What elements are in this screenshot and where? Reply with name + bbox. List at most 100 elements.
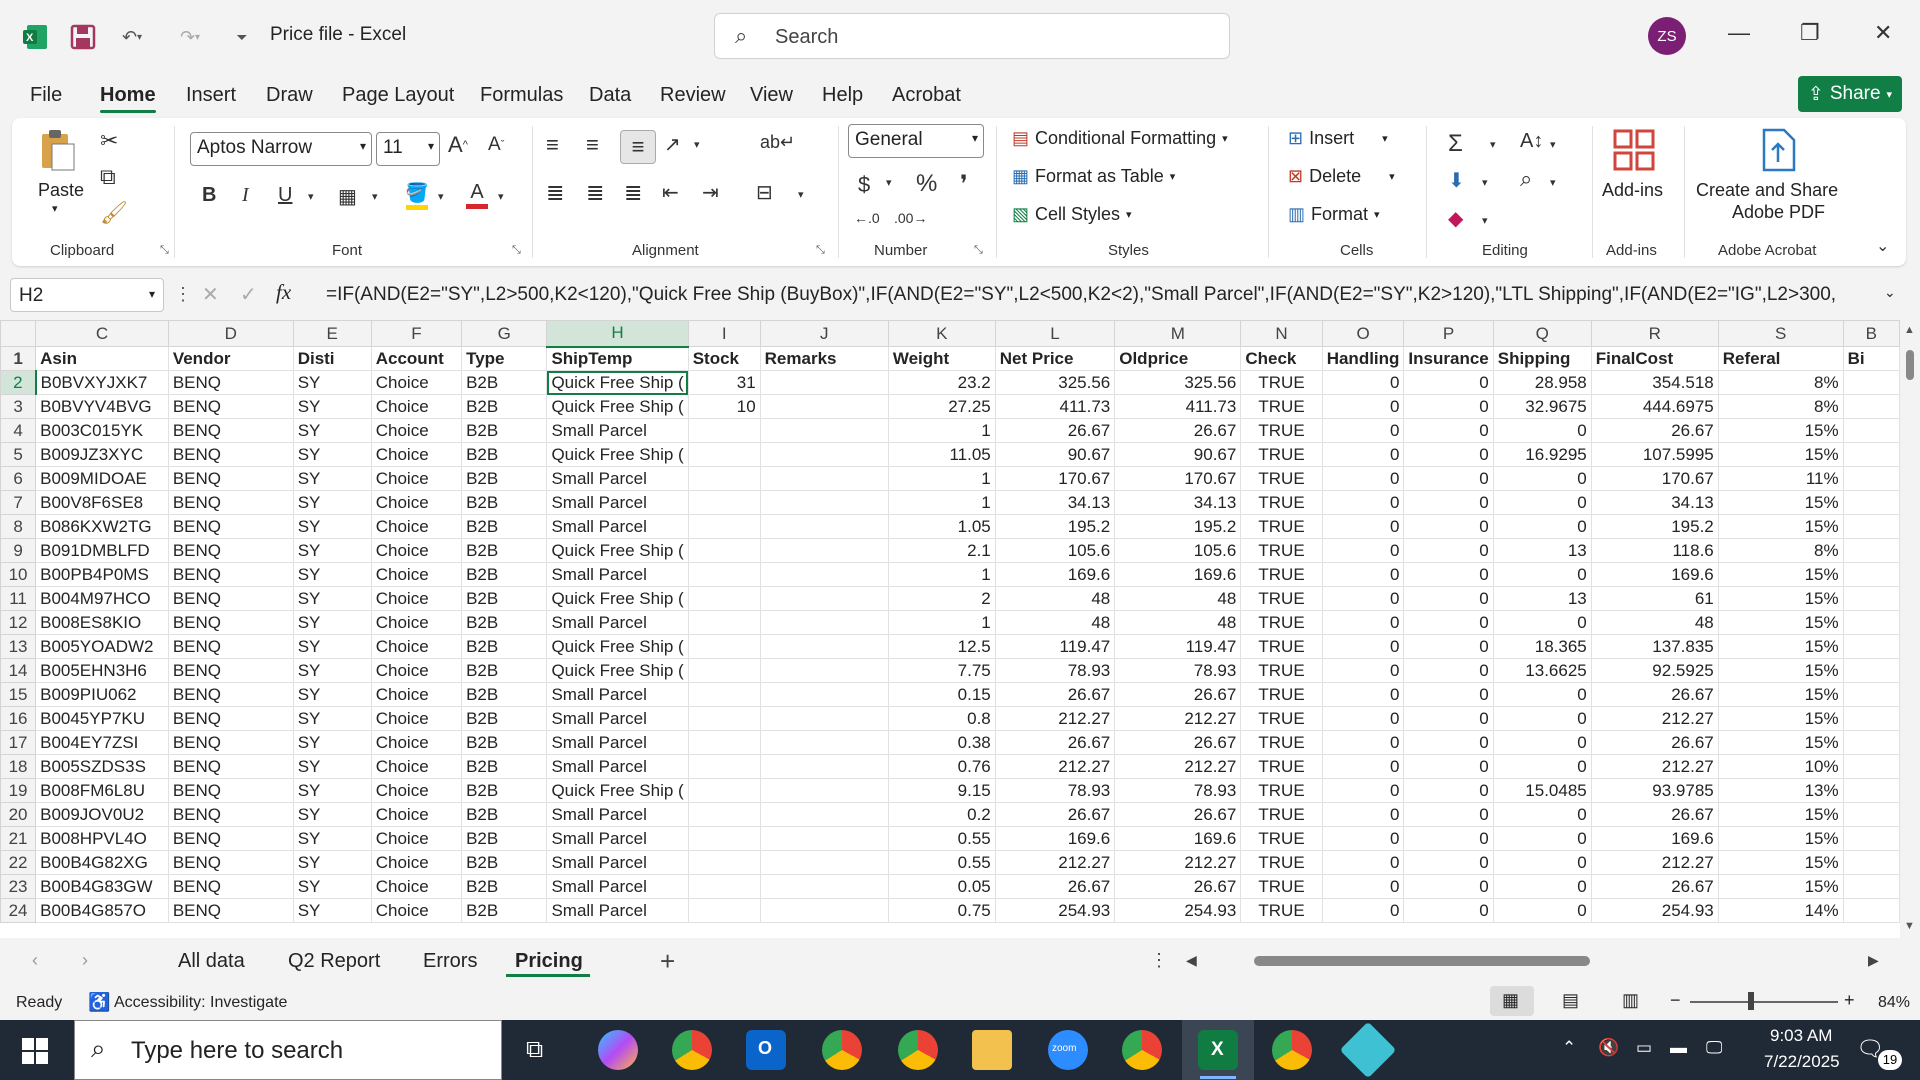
cell[interactable] <box>1842 394 1900 419</box>
cell[interactable]: 26.67 <box>1590 874 1719 899</box>
column-header[interactable]: H <box>546 320 689 348</box>
cell[interactable]: Choice <box>370 826 463 851</box>
cell[interactable]: BENQ <box>167 418 294 443</box>
delete-cells-button[interactable]: ⊠ Delete ▾ <box>1288 166 1395 187</box>
orientation-icon[interactable]: ↗ <box>664 132 681 157</box>
header-cell[interactable]: Insurance <box>1403 346 1494 371</box>
cell[interactable]: BENQ <box>167 466 294 491</box>
cell[interactable]: SY <box>292 418 372 443</box>
cell[interactable]: BENQ <box>167 490 294 515</box>
chevron-down-icon[interactable]: ▾ <box>438 190 444 203</box>
cell[interactable] <box>687 898 761 923</box>
cell[interactable]: 26.67 <box>1590 682 1719 707</box>
cell[interactable]: 411.73 <box>1114 394 1242 419</box>
dialog-launcher-icon[interactable]: ⤡ <box>974 244 983 257</box>
row-header[interactable]: 7 <box>0 490 37 515</box>
paste-dropdown-icon[interactable]: ▾ <box>52 202 58 215</box>
chevron-down-icon[interactable]: ▾ <box>1490 138 1496 151</box>
wrap-text-icon[interactable]: ab↵ <box>760 132 795 153</box>
cell[interactable]: TRUE <box>1240 466 1323 491</box>
cell[interactable]: 92.5925 <box>1590 658 1719 683</box>
cell[interactable] <box>1842 706 1900 731</box>
cell[interactable]: B00B4G83GW <box>35 874 169 899</box>
cell[interactable]: 9.15 <box>887 778 996 803</box>
cell[interactable]: 32.9675 <box>1492 394 1592 419</box>
cell[interactable]: 195.2 <box>994 514 1116 539</box>
fill-icon[interactable]: ⬇ <box>1448 168 1465 193</box>
cell[interactable]: Choice <box>370 898 463 923</box>
cell[interactable]: 254.93 <box>1114 898 1242 923</box>
cell[interactable]: TRUE <box>1240 634 1323 659</box>
cell[interactable]: Quick Free Ship ( <box>546 538 689 563</box>
cell[interactable]: B2B <box>461 658 548 683</box>
prev-sheet-icon[interactable]: ‹ <box>32 950 38 971</box>
row-header[interactable]: 15 <box>0 682 37 707</box>
avatar[interactable]: ZS <box>1648 17 1686 55</box>
cell[interactable]: BENQ <box>167 730 294 755</box>
cell[interactable]: 169.6 <box>1590 826 1719 851</box>
cell[interactable]: 31 <box>687 370 761 395</box>
number-format-select[interactable]: General ▾ <box>848 124 984 158</box>
cell[interactable]: Choice <box>370 466 463 491</box>
cell[interactable] <box>1842 802 1900 827</box>
cell[interactable]: TRUE <box>1240 610 1323 635</box>
cell[interactable]: 15% <box>1717 706 1844 731</box>
bold-icon[interactable]: B <box>202 184 216 207</box>
minimize-button[interactable]: — <box>1728 20 1750 46</box>
cell[interactable]: 0 <box>1321 370 1405 395</box>
cell[interactable]: 0 <box>1403 898 1494 923</box>
percent-icon[interactable]: % <box>916 170 937 198</box>
cell[interactable]: BENQ <box>167 874 294 899</box>
cell[interactable] <box>687 634 761 659</box>
cell[interactable]: 2.1 <box>887 538 996 563</box>
cell[interactable]: 1 <box>887 490 996 515</box>
cell[interactable]: 325.56 <box>994 370 1116 395</box>
cell[interactable]: 0 <box>1321 586 1405 611</box>
cell[interactable]: 0 <box>1321 850 1405 875</box>
cell[interactable] <box>687 658 761 683</box>
cell[interactable]: 0 <box>1492 874 1592 899</box>
tray-overflow-icon[interactable]: ⌃ <box>1562 1038 1576 1058</box>
cell[interactable]: SY <box>292 466 372 491</box>
cell[interactable]: BENQ <box>167 658 294 683</box>
cell[interactable]: B2B <box>461 778 548 803</box>
row-header[interactable]: 3 <box>0 394 37 419</box>
save-icon[interactable] <box>68 24 98 50</box>
font-color-icon[interactable]: A <box>464 180 490 210</box>
cell[interactable]: B0045YP7KU <box>35 706 169 731</box>
cell[interactable] <box>687 706 761 731</box>
cell[interactable]: Small Parcel <box>546 730 689 755</box>
row-header[interactable]: 10 <box>0 562 37 587</box>
cell[interactable]: TRUE <box>1240 778 1323 803</box>
clear-icon[interactable]: ◆ <box>1448 206 1463 231</box>
cell[interactable]: B2B <box>461 538 548 563</box>
cell[interactable]: B2B <box>461 730 548 755</box>
cell[interactable]: 26.67 <box>1114 730 1242 755</box>
italic-icon[interactable]: I <box>242 184 249 207</box>
cell[interactable]: B2B <box>461 394 548 419</box>
cell[interactable]: Small Parcel <box>546 682 689 707</box>
cell[interactable]: Small Parcel <box>546 466 689 491</box>
autosum-icon[interactable]: Σ <box>1448 130 1463 158</box>
create-share-pdf-line2[interactable]: Adobe PDF <box>1732 202 1825 223</box>
cell[interactable] <box>687 754 761 779</box>
chrome-icon[interactable] <box>1122 1030 1162 1070</box>
cell[interactable]: TRUE <box>1240 682 1323 707</box>
chrome-icon[interactable] <box>1272 1030 1312 1070</box>
cell[interactable]: 26.67 <box>1590 418 1719 443</box>
cell[interactable]: 0.15 <box>887 682 996 707</box>
cell[interactable]: 0 <box>1492 466 1592 491</box>
cell[interactable]: 14% <box>1717 898 1844 923</box>
windows-start-icon[interactable] <box>22 1038 48 1069</box>
cell[interactable] <box>759 490 889 515</box>
cell[interactable]: Quick Free Ship ( <box>546 394 689 419</box>
cell[interactable]: 0 <box>1403 514 1494 539</box>
sort-filter-icon[interactable]: A↕ <box>1520 130 1543 153</box>
cell[interactable]: BENQ <box>167 538 294 563</box>
cell[interactable]: 169.6 <box>1114 562 1242 587</box>
cell[interactable]: 48 <box>994 610 1116 635</box>
cell[interactable]: 34.13 <box>1590 490 1719 515</box>
row-header[interactable]: 12 <box>0 610 37 635</box>
cell[interactable]: BENQ <box>167 634 294 659</box>
dialog-launcher-icon[interactable]: ⤡ <box>160 244 169 257</box>
